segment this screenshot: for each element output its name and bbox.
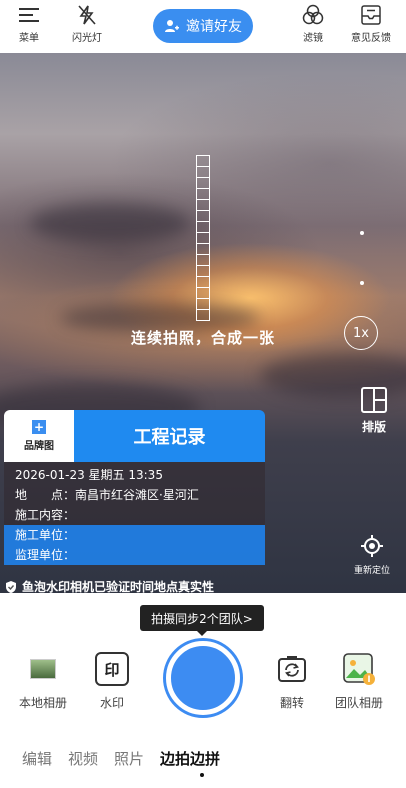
relocate-label: 重新定位 xyxy=(353,566,390,576)
menu-label: 菜单 xyxy=(19,33,39,44)
verified-text: 鱼泡水印相机已验证时间地点真实性 xyxy=(22,580,215,594)
filter-button[interactable]: 滤镜 xyxy=(286,4,340,44)
watermark-location: 地 点：南昌市红谷滩区·星河汇 xyxy=(4,485,265,505)
layout-label: 排版 xyxy=(361,420,386,434)
invite-friends-button[interactable]: 邀请好友 xyxy=(153,9,253,43)
team-album-label: 团队相册 xyxy=(334,696,383,710)
filter-icon xyxy=(302,4,324,25)
menu-icon xyxy=(19,8,39,22)
continuous-shot-stack-icon xyxy=(196,155,210,321)
local-album-label: 本地相册 xyxy=(18,696,67,710)
top-bar: 菜单 闪光灯 邀请好友 滤镜 意见反馈 xyxy=(0,0,406,56)
plus-icon: + xyxy=(32,420,46,434)
tab-edit[interactable]: 编辑 xyxy=(22,748,52,769)
album-thumbnail xyxy=(30,659,56,679)
team-album-button[interactable]: 团队相册 xyxy=(324,648,394,711)
watermark-datetime: 2026-01-23 星期五 13:35 xyxy=(4,462,265,485)
team-album-icon xyxy=(343,653,375,685)
shield-check-icon xyxy=(6,580,16,593)
team-sync-tip[interactable]: 拍摄同步2个团队> xyxy=(140,605,264,636)
watermark-content: 施工内容： xyxy=(4,505,265,525)
active-tab-indicator xyxy=(200,773,204,777)
layout-icon xyxy=(361,387,387,413)
flash-label: 闪光灯 xyxy=(72,33,102,44)
feedback-button[interactable]: 意见反馈 xyxy=(344,4,398,44)
flash-off-icon xyxy=(78,5,96,25)
tab-photo[interactable]: 照片 xyxy=(114,748,144,769)
indicator-dot xyxy=(360,281,364,285)
brand-image-button[interactable]: + 品牌图 xyxy=(4,410,74,462)
invite-label: 邀请好友 xyxy=(186,19,242,35)
watermark-button[interactable]: 印 水印 xyxy=(77,648,147,711)
tab-shoot-and-stitch[interactable]: 边拍边拼 xyxy=(160,748,220,769)
flip-camera-icon xyxy=(278,656,306,682)
menu-button[interactable]: 菜单 xyxy=(2,4,56,44)
relocate-button[interactable]: 重新定位 xyxy=(346,534,398,576)
watermark-supervisor: 监理单位： xyxy=(4,545,265,565)
watermark-stamp-icon: 印 xyxy=(95,652,129,686)
verified-notice: 鱼泡水印相机已验证时间地点真实性 xyxy=(4,578,214,595)
add-user-icon xyxy=(165,20,179,32)
flash-button[interactable]: 闪光灯 xyxy=(60,4,114,44)
brand-image-label: 品牌图 xyxy=(24,441,54,452)
cloud-shape xyxy=(30,203,190,243)
flip-label: 翻转 xyxy=(279,696,304,710)
mode-tabs: 编辑 视频 照片 边拍边拼 xyxy=(22,748,220,769)
feedback-label: 意见反馈 xyxy=(351,33,391,44)
flip-camera-button[interactable]: 翻转 xyxy=(257,648,327,711)
shutter-button[interactable] xyxy=(166,641,240,715)
filter-label: 滤镜 xyxy=(303,33,323,44)
watermark-company: 施工单位： xyxy=(4,525,265,545)
indicator-dot xyxy=(360,231,364,235)
watermark-label: 水印 xyxy=(99,696,124,710)
watermark-card[interactable]: + 品牌图 工程记录 2026-01-23 星期五 13:35 地 点：南昌市红… xyxy=(4,410,265,565)
zoom-button[interactable]: 1x xyxy=(344,316,378,350)
local-album-button[interactable]: 本地相册 xyxy=(8,648,78,711)
locate-icon xyxy=(361,535,383,557)
layout-button[interactable]: 排版 xyxy=(354,386,394,435)
feedback-icon xyxy=(361,5,381,25)
watermark-title: 工程记录 xyxy=(74,410,265,462)
tab-video[interactable]: 视频 xyxy=(68,748,98,769)
